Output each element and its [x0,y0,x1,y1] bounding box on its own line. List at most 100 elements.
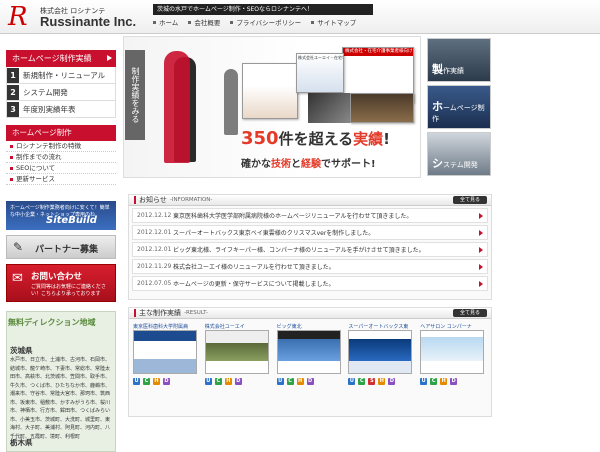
website-screenshot-4 [350,93,414,123]
item-label: 年度別実績年表 [23,104,76,114]
tile-system-dev[interactable]: システム開発 [427,132,491,176]
heading-bar-icon [134,196,136,204]
work-tags: UCHD [276,378,344,385]
bullet-icon [153,20,156,24]
banner-headline: 350件を超える実績! [241,128,390,149]
sidebar-hp-heading[interactable]: ホームページ制作 [6,125,116,141]
tag-u: U [420,378,428,385]
tag-c: C [214,378,222,385]
news-more-button[interactable]: 全て見る [453,196,487,204]
work-title: ビッグ東北 [276,324,302,330]
sidebar-item-seo[interactable]: SEOについて [6,163,116,174]
tag-u: U [133,378,140,385]
tile-label: システム開発 [432,155,478,171]
partner-button[interactable]: ✎ パートナー募集 [6,235,116,259]
banner-works-tag[interactable]: 制作実績をみる [125,50,145,140]
tile-works[interactable]: 製作実績 [427,38,491,82]
news-item[interactable]: 2012.07.05 ホームページの更新・保守サービスについて掲載しました。 [132,276,488,291]
website-screenshot-2-title: 株式会社・在宅介護事業者様向け [345,49,413,54]
heading-bar-icon [134,309,136,317]
tag-c: C [430,378,438,385]
work-title: ヘアサロン コンパーナ [420,324,472,330]
work-thumbnail[interactable] [420,330,485,374]
logo-main-text: Russinante [40,14,111,29]
tile-big-char: シ [432,157,443,170]
news-item[interactable]: 2012.12.12 東京医科歯科大学医学部附属病院様のホームページリニューアルを… [132,208,488,223]
news-item[interactable]: 2012.12.01 スーパーオートバックス東京ベイ東雲様のクリスマスverを制作… [132,225,488,240]
work-thumbnail[interactable] [276,330,341,374]
logo-mark-icon[interactable]: R [8,4,40,30]
works-section: 主な制作実績 -RESULT- 全て見る 東京医科歯科大学附属病 UCHD 株式会社… [128,307,492,417]
item-label: 制作までの流れ [16,152,62,161]
website-screenshot-3: 株式会社ユーエイ・在宅看護事業者様 [296,53,344,93]
tile-hp-production[interactable]: ホームページ制作 [427,85,491,129]
works-more-button[interactable]: 全て見る [453,309,487,317]
tag-h: H [153,378,160,385]
nav-sitemap[interactable]: サイトマップ [311,17,356,27]
contact-button[interactable]: ✉ お問い合わせ ご質問等はお気軽にご連絡ください！こちらより承っております [6,264,116,302]
logo-wordmark[interactable]: Russinante Inc. [40,14,136,29]
tile-small-text: 作実績 [443,67,464,75]
work-card[interactable]: 東京医科歯科大学附属病 UCHD [133,323,200,385]
news-text: 東京医科歯科大学医学部附属病院様のホームページリニューアルを行わせて頂きました。 [173,213,413,220]
works-header: 主な制作実績 -RESULT- 全て見る [129,308,491,319]
tile-label: 製作実績 [432,61,464,77]
news-text: ホームページの更新・保守サービスについて掲載しました。 [173,281,335,288]
tag-h: H [296,378,304,385]
work-title: 東京医科歯科大学附属病 [133,324,189,330]
logo-inc-text: Inc. [113,14,137,29]
sidebar: ホームページ制作実績 1 新規制作・リニューアル 2 システム開発 3 年度別実績年表… [6,50,116,185]
news-item[interactable]: 2012.12.01 ビッグ東北様、ライフキーパー様、コンパーナ様のリニューアルを… [132,242,488,257]
arrow-right-icon [479,230,483,236]
sitebuild-banner[interactable]: ホームページ制作業務者向けに安くて！簡単な中小企業・ネットショップ専用のね Si… [6,201,116,230]
sidebar-item-flow[interactable]: 制作までの流れ [6,152,116,163]
global-nav: ホーム 会社概要 プライバシーポリシー サイトマップ [153,17,356,27]
sidebar-item-update[interactable]: 更新サービス [6,174,116,185]
sidebar-item-new[interactable]: 1 新規制作・リニューアル [6,67,116,84]
tag-u: U [348,378,356,385]
banner-subheadline: 確かな技術と経験でサポート! [241,155,376,170]
partner-label: パートナー募集 [35,245,99,255]
tile-big-char: 製 [432,63,443,76]
work-thumbnail[interactable] [204,330,269,374]
tile-small-text: ステム開発 [443,161,478,169]
work-card[interactable]: ビッグ東北 UCHD [276,323,344,385]
businessman-silhouette-2 [224,69,238,135]
news-section: お知らせ -INFORMATION- 全て見る 2012.12.12 東京医科歯科大学… [128,194,492,300]
site-header: R 株式会社 ロシナンテ Russinante Inc. 茨城の水戸でホームペー… [0,0,600,34]
nav-home[interactable]: ホーム [153,17,178,27]
work-title: スーパーオートバックス東 [348,324,409,330]
item-label: ロシナンテ制作の特徴 [16,141,81,150]
headline-end: ! [383,130,390,148]
bullet-icon [10,177,13,181]
sidebar-works-heading[interactable]: ホームページ制作実績 [6,50,116,67]
item-number: 1 [7,67,19,83]
news-date: 2012.07.05 [137,280,172,287]
work-card[interactable]: スーパーオートバックス東 UCSHD [348,323,415,385]
bullet-icon [10,144,13,148]
tag-d: D [306,378,314,385]
tag-d: D [450,378,458,385]
tag-u: U [204,378,212,385]
nav-privacy[interactable]: プライバシーポリシー [230,17,301,27]
sidebar-item-features[interactable]: ロシナンテ制作の特徴 [6,141,116,152]
sidebar-item-yearly[interactable]: 3 年度別実績年表 [6,101,116,118]
news-item[interactable]: 2012.11.29 株式会社ユーエイ様のリニューアルを行わせて頂きました。 [132,259,488,274]
bullet-icon [230,20,234,24]
headline-text: 件を超える [278,130,354,148]
nav-label: 会社概要 [194,19,221,27]
businessman-silhouette-red [164,51,190,163]
mail-icon: ✉ [12,271,23,286]
work-card[interactable]: ヘアサロン コンパーナ UCHD [420,323,487,385]
arrow-right-icon [479,213,483,219]
work-thumbnail[interactable] [133,330,197,374]
news-date: 2012.11.29 [137,263,172,270]
bullet-icon [10,166,13,170]
work-card[interactable]: 株式会社ユーエイ UCHD [204,323,272,385]
nav-company[interactable]: 会社概要 [188,17,220,27]
sidebar-item-system[interactable]: 2 システム開発 [6,84,116,101]
contact-subtext: ご質問等はお気軽にご連絡ください！こちらより承っております [31,284,106,297]
work-thumbnail[interactable] [348,330,413,374]
item-number: 2 [7,84,19,100]
news-date: 2012.12.12 [137,212,172,219]
